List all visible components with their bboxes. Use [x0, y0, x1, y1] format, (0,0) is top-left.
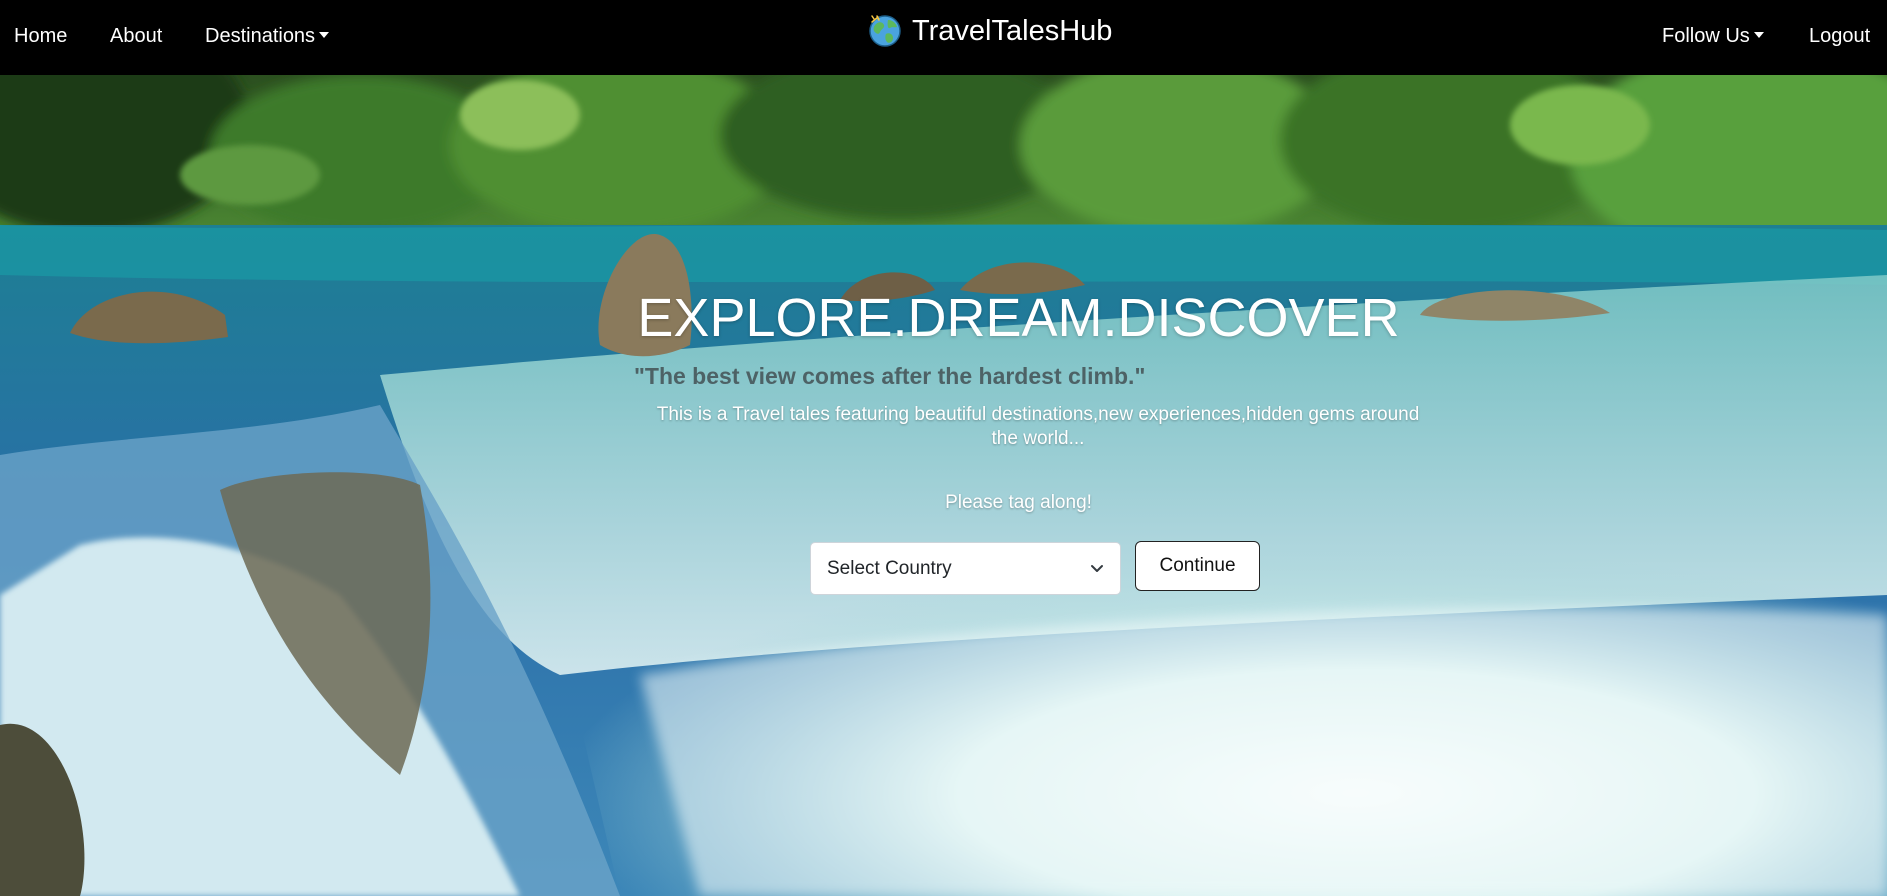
continue-button[interactable]: Continue [1135, 541, 1260, 591]
nav-follow-us-dropdown[interactable]: Follow Us [1662, 24, 1764, 48]
chevron-down-icon [1091, 564, 1103, 572]
caret-down-icon [1753, 31, 1764, 38]
navbar: Home About Destinations TravelTalesHub F… [0, 0, 1887, 75]
hero-quote: "The best view comes after the hardest c… [634, 363, 1146, 389]
waterfall-background-image [0, 75, 1887, 896]
nav-follow-us-label: Follow Us [1662, 25, 1750, 47]
nav-logout-link[interactable]: Logout [1809, 24, 1870, 48]
nav-about-link[interactable]: About [110, 24, 162, 48]
nav-destinations-label: Destinations [205, 25, 316, 47]
brand-name: TravelTalesHub [912, 15, 1113, 47]
brand-link[interactable]: TravelTalesHub [868, 14, 1112, 48]
hero-headline: EXPLORE.DREAM.DISCOVER [637, 288, 1400, 348]
country-select-value: Select Country [827, 557, 952, 579]
hero-tagline: Please tag along! [945, 492, 1092, 513]
nav-home-link[interactable]: Home [14, 24, 67, 48]
caret-down-icon [319, 31, 330, 38]
country-select[interactable]: Select Country [810, 542, 1121, 595]
hero-section: EXPLORE.DREAM.DISCOVER "The best view co… [0, 75, 1887, 896]
hero-description: This is a Travel tales featuring beautif… [656, 404, 1420, 449]
globe-icon [869, 15, 901, 47]
nav-destinations-dropdown[interactable]: Destinations [205, 24, 330, 48]
